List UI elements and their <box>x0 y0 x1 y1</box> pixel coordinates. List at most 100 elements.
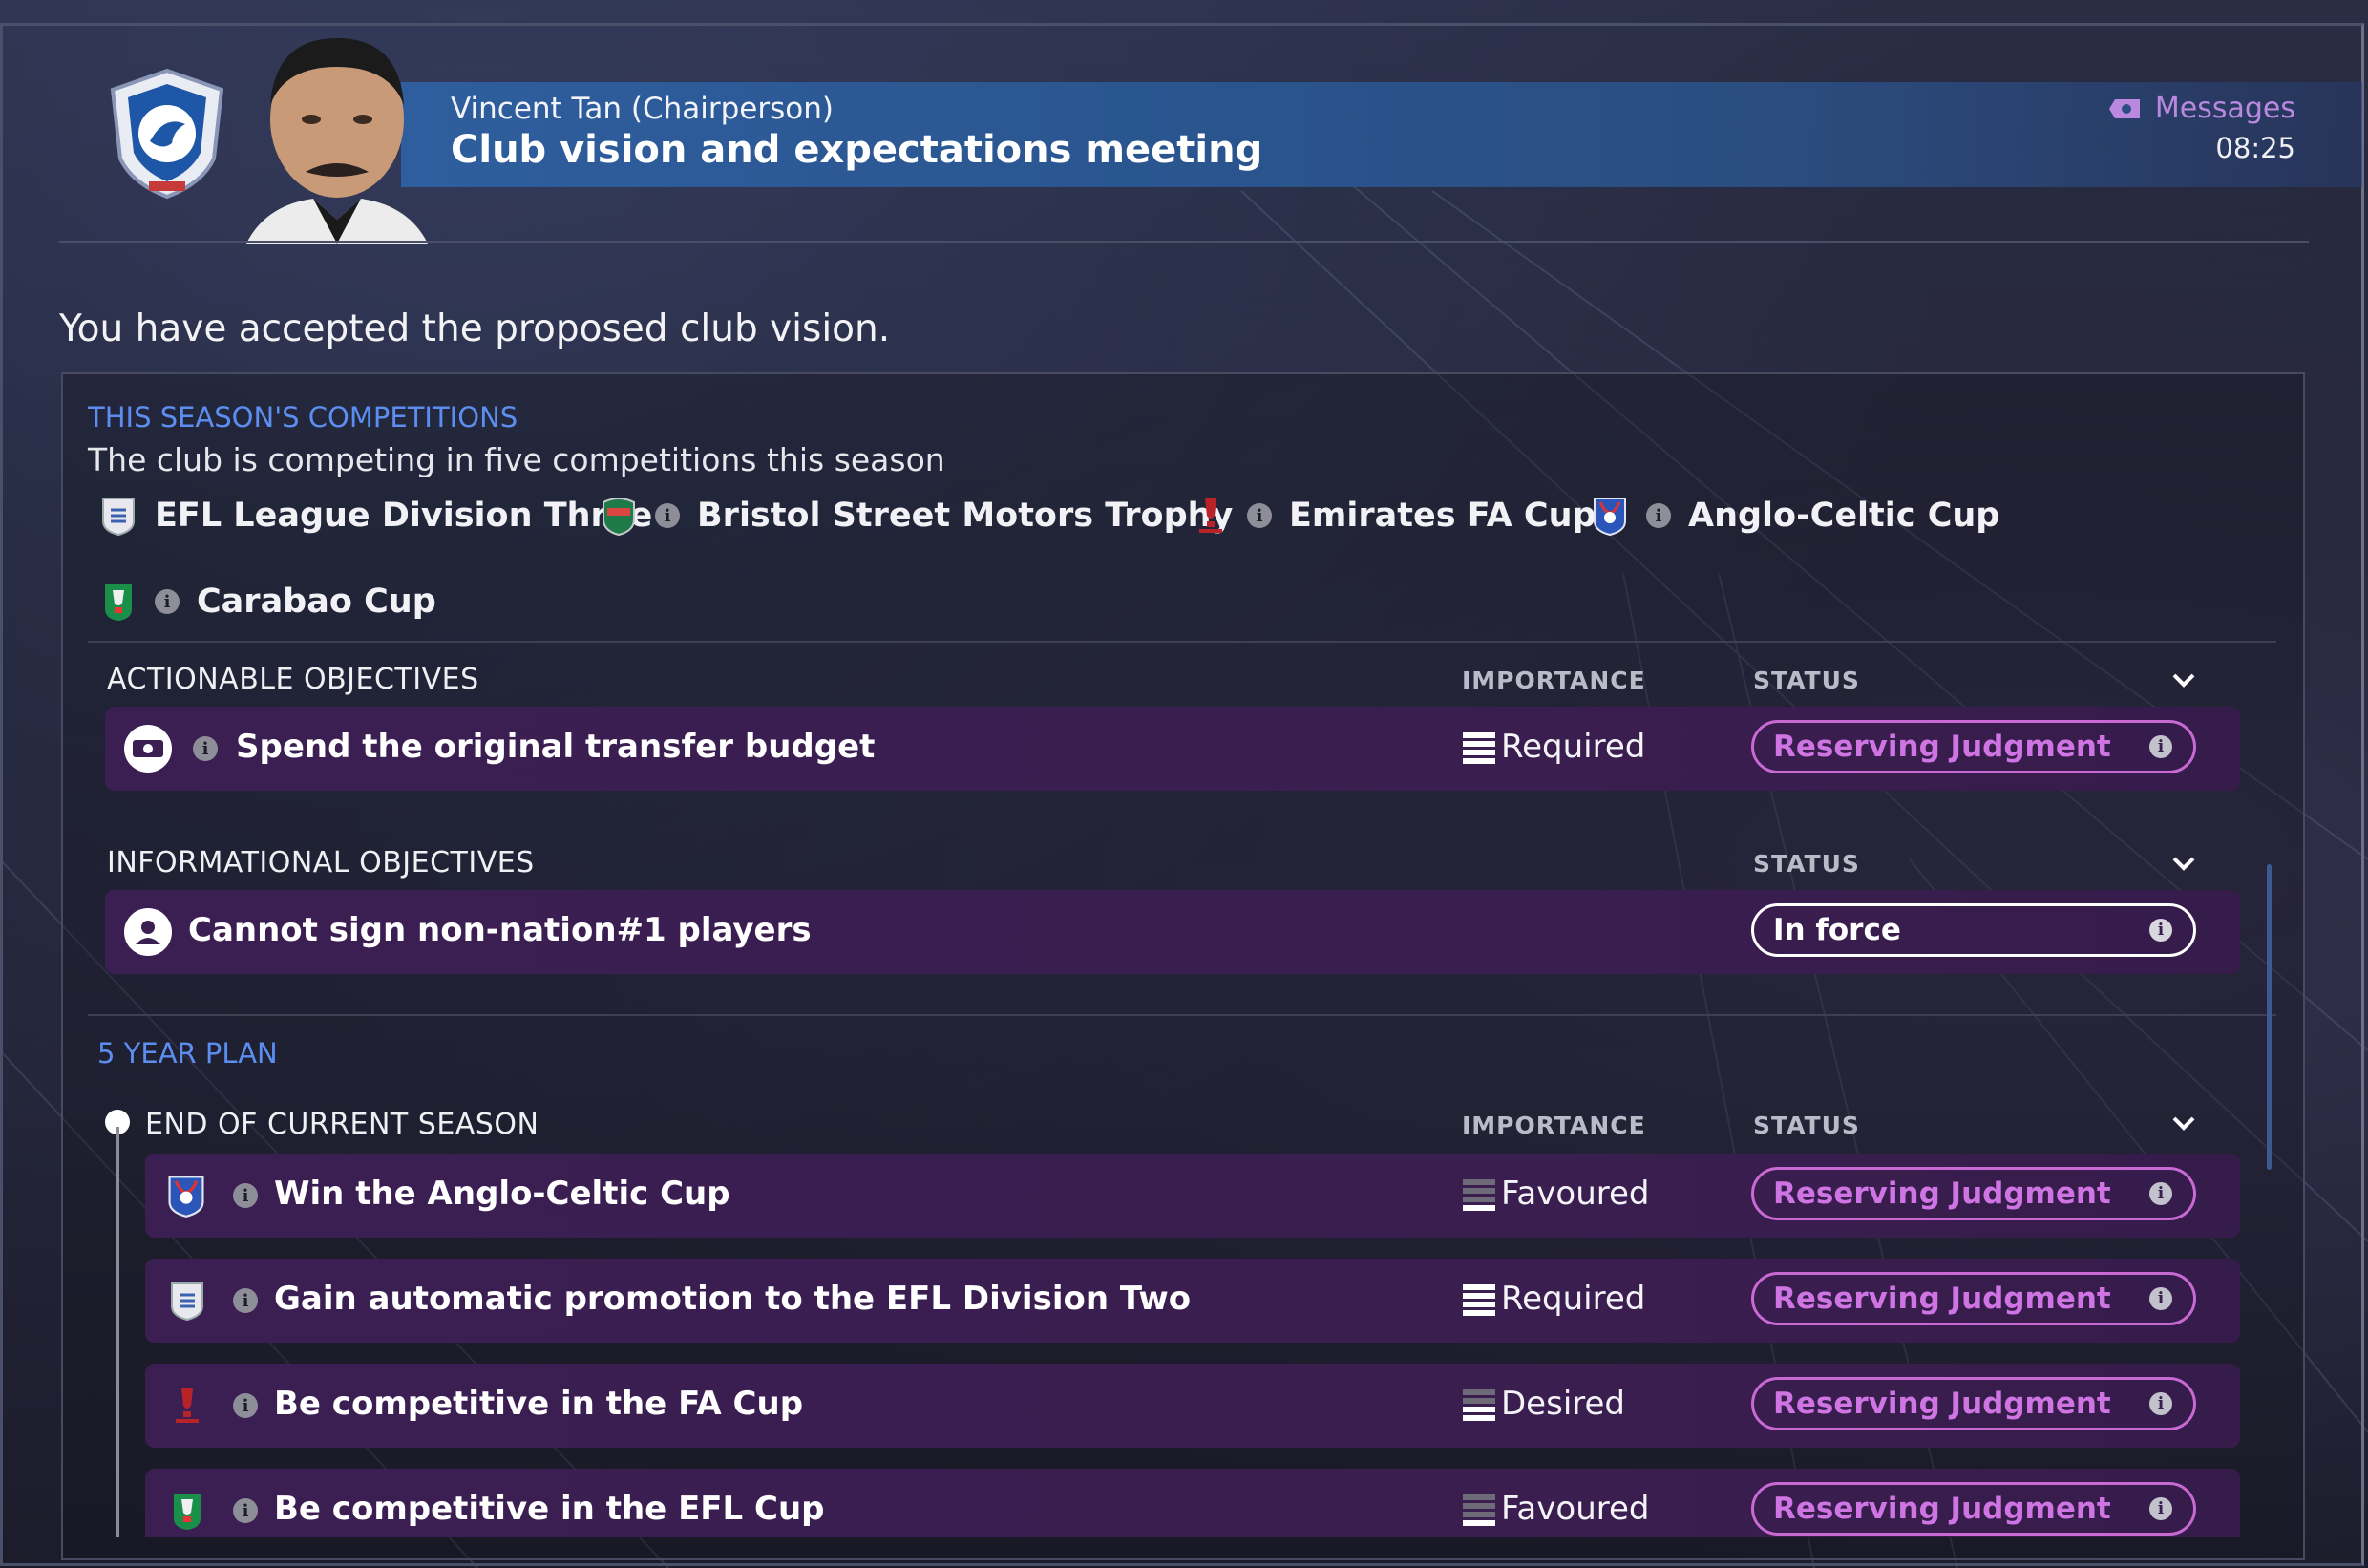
plan-row-anglo-celtic[interactable]: i Win the Anglo-Celtic Cup Favoured Rese… <box>145 1154 2240 1238</box>
info-icon[interactable]: i <box>155 589 180 614</box>
info-icon[interactable]: i <box>1646 503 1671 528</box>
info-icon[interactable]: i <box>233 1498 258 1523</box>
competition-name: EFL League Division Three <box>155 497 653 535</box>
info-icon[interactable]: i <box>2149 1287 2172 1310</box>
chairperson-portrait <box>246 29 428 244</box>
person-icon <box>124 908 172 956</box>
status-column-header: STATUS <box>1753 667 1860 694</box>
efl-league-badge-icon <box>102 498 135 537</box>
money-icon <box>124 725 172 773</box>
club-crest-icon <box>107 67 227 201</box>
status-badge[interactable]: Reserving Judgment i <box>1751 1377 2196 1430</box>
info-icon[interactable]: i <box>2149 1392 2172 1415</box>
info-icon[interactable]: i <box>233 1288 258 1313</box>
competition-name: Bristol Street Motors Trophy <box>697 497 1234 535</box>
scrollbar[interactable] <box>2267 864 2272 1170</box>
objective-text: Spend the original transfer budget <box>236 728 876 766</box>
accepted-message: You have accepted the proposed club visi… <box>59 307 891 350</box>
status-badge[interactable]: Reserving Judgment i <box>1751 1272 2196 1325</box>
status-label: Reserving Judgment <box>1773 1492 2111 1526</box>
chevron-down-icon[interactable] <box>2171 672 2196 689</box>
importance-bars-icon <box>1463 1494 1495 1526</box>
competition-item-carabao[interactable]: i Carabao Cup <box>99 581 436 623</box>
five-year-plan-title: 5 YEAR PLAN <box>97 1037 278 1070</box>
competition-name: Carabao Cup <box>197 583 436 621</box>
section-divider <box>88 641 2276 643</box>
game-time: 08:25 <box>2215 132 2295 164</box>
chevron-down-icon[interactable] <box>2171 1115 2196 1133</box>
info-icon[interactable]: i <box>193 736 218 761</box>
carabao-cup-icon <box>105 584 132 621</box>
messages-label: Messages <box>2154 92 2295 125</box>
importance-column-header: IMPORTANCE <box>1462 667 1646 694</box>
importance-label: Desired <box>1501 1385 1625 1423</box>
efl-league-badge-icon <box>171 1282 203 1322</box>
actionable-objectives-header: ACTIONABLE OBJECTIVES <box>107 663 479 696</box>
importance-label: Required <box>1501 1280 1646 1318</box>
importance-label: Required <box>1501 728 1646 766</box>
status-label: Reserving Judgment <box>1773 1387 2111 1421</box>
status-column-header: STATUS <box>1753 1112 1860 1139</box>
status-badge[interactable]: Reserving Judgment i <box>1751 1482 2196 1536</box>
info-icon[interactable]: i <box>2149 1497 2172 1520</box>
status-label: Reserving Judgment <box>1773 730 2111 764</box>
fa-cup-icon <box>1199 498 1222 533</box>
status-badge[interactable]: Reserving Judgment i <box>1751 1167 2196 1220</box>
importance-bars-icon <box>1463 732 1495 764</box>
status-label: Reserving Judgment <box>1773 1282 2111 1316</box>
plan-row-promotion[interactable]: i Gain automatic promotion to the EFL Di… <box>145 1259 2240 1343</box>
chairperson-name: Vincent Tan (Chairperson) <box>451 92 834 126</box>
info-icon[interactable]: i <box>1247 503 1272 528</box>
status-label: In force <box>1773 913 1901 947</box>
status-badge[interactable]: Reserving Judgment i <box>1751 720 2196 773</box>
competition-item-fa-cup[interactable]: i Emirates FA Cup <box>1192 495 1596 537</box>
objective-text: Gain automatic promotion to the EFL Divi… <box>274 1280 1192 1318</box>
info-icon[interactable]: i <box>2149 919 2172 942</box>
objective-text: Cannot sign non-nation#1 players <box>188 911 812 949</box>
trophy-badge-icon <box>603 498 635 537</box>
messages-button[interactable]: Messages <box>2108 92 2295 125</box>
plan-row-fa-cup[interactable]: i Be competitive in the FA Cup Desired R… <box>145 1364 2240 1448</box>
status-label: Reserving Judgment <box>1773 1176 2111 1211</box>
objective-row-transfer-budget[interactable]: i Spend the original transfer budget Req… <box>105 707 2240 791</box>
competition-name: Anglo-Celtic Cup <box>1688 497 2000 535</box>
informational-objectives-header: INFORMATIONAL OBJECTIVES <box>107 846 535 879</box>
importance-value: Favoured <box>1463 1175 1649 1213</box>
importance-value: Required <box>1463 728 1645 766</box>
importance-label: Favoured <box>1501 1490 1650 1528</box>
fa-cup-icon <box>176 1388 199 1423</box>
status-column-header: STATUS <box>1753 850 1860 878</box>
anglo-celtic-cup-icon <box>168 1176 204 1218</box>
info-icon[interactable]: i <box>233 1183 258 1208</box>
importance-value: Desired <box>1463 1385 1625 1423</box>
chevron-down-icon[interactable] <box>2171 856 2196 873</box>
page-title: Club vision and expectations meeting <box>451 128 1263 172</box>
info-icon[interactable]: i <box>233 1393 258 1418</box>
anglo-celtic-cup-icon <box>1594 498 1626 537</box>
importance-bars-icon <box>1463 1284 1495 1316</box>
competition-item-efl-league[interactable]: EFL League Division Three <box>99 495 652 537</box>
info-icon[interactable]: i <box>2149 1182 2172 1205</box>
messages-icon <box>2108 98 2140 118</box>
importance-value: Favoured <box>1463 1490 1649 1528</box>
objective-row-nation-players[interactable]: Cannot sign non-nation#1 players In forc… <box>105 890 2240 974</box>
competition-item-bsm-trophy[interactable]: i Bristol Street Motors Trophy <box>600 495 1233 537</box>
objective-text: Win the Anglo-Celtic Cup <box>274 1175 730 1213</box>
competitions-section-title: THIS SEASON'S COMPETITIONS <box>88 401 518 434</box>
importance-bars-icon <box>1463 1389 1495 1421</box>
objective-text: Be competitive in the EFL Cup <box>274 1490 825 1528</box>
importance-value: Required <box>1463 1280 1645 1318</box>
carabao-cup-icon <box>174 1494 201 1530</box>
competition-item-anglo-celtic[interactable]: i Anglo-Celtic Cup <box>1591 495 1999 537</box>
section-divider <box>88 1014 2276 1016</box>
importance-column-header: IMPORTANCE <box>1462 1112 1646 1139</box>
plan-row-efl-cup[interactable]: i Be competitive in the EFL Cup Favoured… <box>145 1469 2240 1537</box>
info-icon[interactable]: i <box>2149 735 2172 758</box>
importance-bars-icon <box>1463 1179 1495 1211</box>
importance-label: Favoured <box>1501 1175 1650 1213</box>
header-divider <box>59 241 2309 243</box>
info-icon[interactable]: i <box>655 503 680 528</box>
status-badge[interactable]: In force i <box>1751 903 2196 957</box>
competition-name: Emirates FA Cup <box>1289 497 1596 535</box>
objective-text: Be competitive in the FA Cup <box>274 1385 804 1423</box>
